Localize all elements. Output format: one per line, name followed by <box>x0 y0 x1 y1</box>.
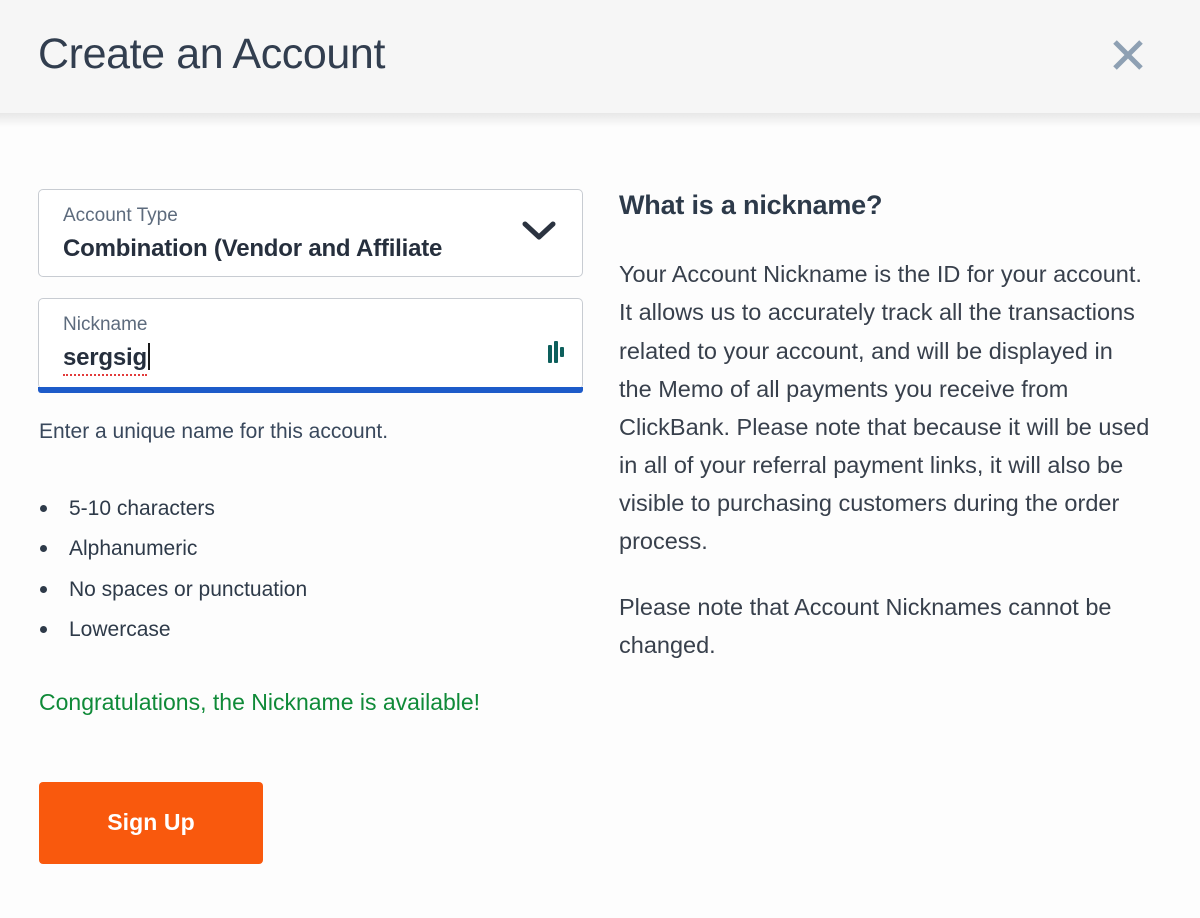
create-account-modal: Create an Account Account Type Combinati… <box>0 0 1200 918</box>
info-paragraph: Please note that Account Nicknames canno… <box>619 593 1112 658</box>
chevron-down-icon[interactable] <box>522 220 556 247</box>
nickname-value-wrapper: sergsig <box>63 342 562 376</box>
list-item: No spaces or punctuation <box>38 577 580 602</box>
list-item: Alphanumeric <box>38 536 580 561</box>
close-icon <box>1110 37 1146 73</box>
form-column: Account Type Combination (Vendor and Aff… <box>0 189 583 864</box>
nickname-label: Nickname <box>63 314 148 335</box>
nickname-field[interactable]: Nickname sergsig <box>38 298 583 393</box>
loading-bars-icon <box>548 341 564 363</box>
account-type-value: Combination (Vendor and Affiliate <box>63 234 443 262</box>
list-item: Lowercase <box>38 617 580 642</box>
account-type-select[interactable]: Account Type Combination (Vendor and Aff… <box>38 189 583 277</box>
page-title: Create an Account <box>38 30 385 78</box>
list-item: 5-10 characters <box>38 496 580 521</box>
info-paragraph: Your Account Nickname is the ID for your… <box>619 261 1150 554</box>
nickname-rules-list: 5-10 characters Alphanumeric No spaces o… <box>38 496 580 642</box>
close-button[interactable] <box>1100 27 1156 83</box>
sign-up-button[interactable]: Sign Up <box>39 781 263 864</box>
account-type-label: Account Type <box>63 205 178 226</box>
nickname-helper-text: Enter a unique name for this account. <box>39 420 389 443</box>
text-caret <box>147 342 150 370</box>
nickname-input[interactable]: sergsig <box>63 342 147 376</box>
nickname-availability-message: Congratulations, the Nickname is availab… <box>39 689 481 716</box>
account-type-text-group: Account Type Combination (Vendor and Aff… <box>63 204 442 264</box>
info-heading: What is a nickname? <box>619 190 883 220</box>
info-column: What is a nickname? Your Account Nicknam… <box>580 189 1200 864</box>
modal-header: Create an Account <box>0 0 1200 127</box>
modal-body: Account Type Combination (Vendor and Aff… <box>0 113 1200 864</box>
